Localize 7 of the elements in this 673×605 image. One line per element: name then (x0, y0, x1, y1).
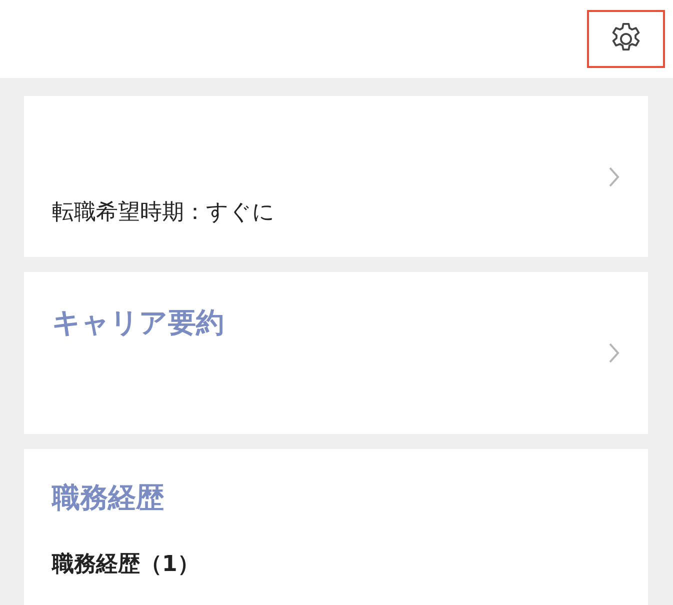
preference-text: 転職希望時期：すぐに (52, 199, 276, 227)
card-background[interactable]: 職務経歴 職務経歴（1） (24, 449, 648, 605)
settings-button[interactable] (587, 10, 665, 68)
section-title: 職務経歴 (52, 480, 165, 516)
list-item[interactable]: 職務経歴（1） (52, 549, 620, 579)
card-background[interactable]: 転職希望時期：すぐに (24, 96, 648, 257)
section-title: キャリア要約 (52, 305, 225, 341)
